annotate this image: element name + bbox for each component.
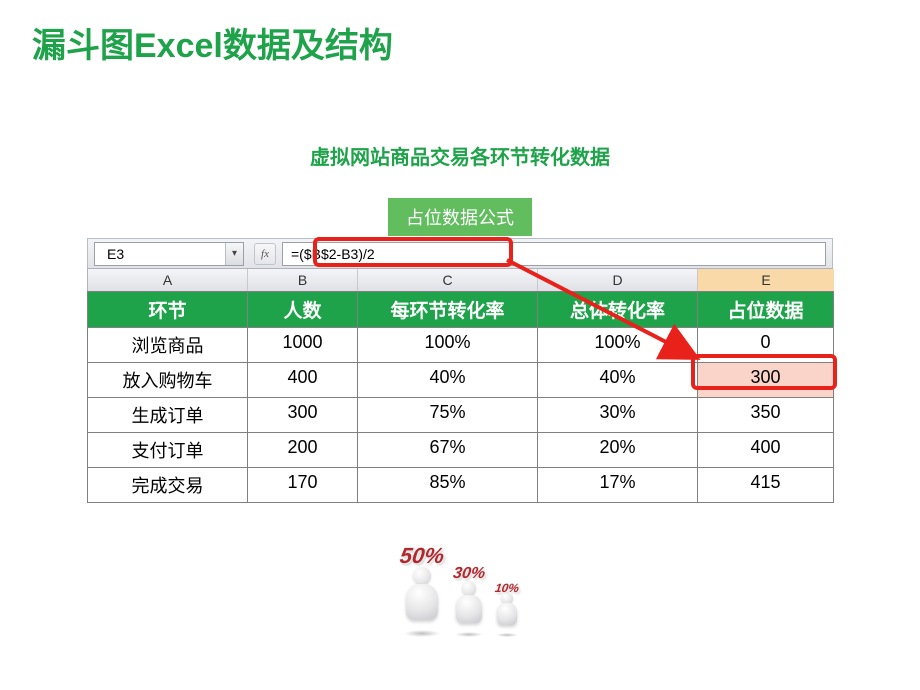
figure-10: 10%	[493, 581, 521, 633]
data-cell[interactable]: 400	[248, 363, 358, 398]
col-header-C[interactable]: C	[358, 269, 538, 291]
subtitle: 虚拟网站商品交易各环节转化数据	[0, 141, 920, 170]
decorative-figures: 50% 30% 10%	[0, 543, 920, 633]
figure-50: 50%	[399, 543, 445, 633]
excel-area: E3 ▾ fx =($B$2-B3)/2 A B C D E 环节 人数 每环节…	[87, 238, 833, 503]
data-cell[interactable]: 完成交易	[88, 468, 248, 503]
data-cell[interactable]: 100%	[538, 328, 698, 363]
header-cell[interactable]: 占位数据	[698, 291, 834, 328]
person-icon	[399, 567, 445, 633]
data-cell[interactable]: 放入购物车	[88, 363, 248, 398]
figure-label: 50%	[398, 543, 446, 569]
data-cell[interactable]: 支付订单	[88, 433, 248, 468]
header-cell[interactable]: 环节	[88, 291, 248, 328]
col-header-D[interactable]: D	[538, 269, 698, 291]
fx-button[interactable]: fx	[254, 243, 276, 265]
col-header-E[interactable]: E	[698, 269, 834, 291]
header-cell[interactable]: 人数	[248, 291, 358, 328]
formula-badge: 占位数据公式	[388, 198, 532, 236]
data-cell[interactable]: 67%	[358, 433, 538, 468]
data-cell[interactable]: 1000	[248, 328, 358, 363]
formula-text: =($B$2-B3)/2	[291, 246, 375, 262]
data-cell[interactable]: 350	[698, 398, 834, 433]
person-icon	[451, 581, 487, 633]
data-cell[interactable]: 40%	[538, 363, 698, 398]
data-cell[interactable]: 40%	[358, 363, 538, 398]
data-cell[interactable]: 415	[698, 468, 834, 503]
formula-bar-buttons: fx	[250, 243, 280, 265]
data-cell[interactable]: 17%	[538, 468, 698, 503]
page-title: 漏斗图Excel数据及结构	[0, 0, 920, 67]
data-cell-highlighted[interactable]: 300	[698, 363, 834, 398]
header-cell[interactable]: 每环节转化率	[358, 291, 538, 328]
figure-30: 30%	[451, 565, 487, 633]
column-headers: A B C D E	[87, 268, 833, 291]
name-box-value: E3	[107, 246, 124, 262]
data-cell[interactable]: 400	[698, 433, 834, 468]
person-icon	[493, 593, 521, 633]
data-cell[interactable]: 生成订单	[88, 398, 248, 433]
data-cell[interactable]: 浏览商品	[88, 328, 248, 363]
col-header-B[interactable]: B	[248, 269, 358, 291]
name-box[interactable]: E3 ▾	[94, 242, 244, 266]
data-cell[interactable]: 85%	[358, 468, 538, 503]
spreadsheet: 环节 人数 每环节转化率 总体转化率 占位数据 浏览商品 1000 100% 1…	[87, 291, 833, 503]
data-cell[interactable]: 30%	[538, 398, 698, 433]
data-cell[interactable]: 0	[698, 328, 834, 363]
col-header-A[interactable]: A	[88, 269, 248, 291]
data-cell[interactable]: 100%	[358, 328, 538, 363]
data-cell[interactable]: 75%	[358, 398, 538, 433]
formula-input[interactable]: =($B$2-B3)/2	[282, 242, 826, 266]
data-cell[interactable]: 200	[248, 433, 358, 468]
data-cell[interactable]: 20%	[538, 433, 698, 468]
formula-bar-row: E3 ▾ fx =($B$2-B3)/2	[87, 238, 833, 268]
header-cell[interactable]: 总体转化率	[538, 291, 698, 328]
name-box-dropdown-icon[interactable]: ▾	[225, 243, 243, 265]
data-cell[interactable]: 170	[248, 468, 358, 503]
data-cell[interactable]: 300	[248, 398, 358, 433]
